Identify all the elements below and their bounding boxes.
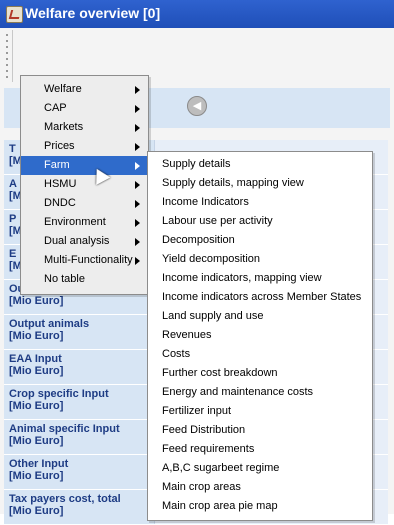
submenu-item[interactable]: Further cost breakdown <box>148 364 372 383</box>
submenu-item-label: Income indicators across Member States <box>162 291 362 303</box>
submenu-item-label: Decomposition <box>162 234 235 246</box>
row-label: Tax payers cost, total [Mio Euro] <box>9 493 121 517</box>
submenu-arrow-icon <box>135 105 140 113</box>
submenu-item[interactable]: Feed requirements <box>148 440 372 459</box>
submenu-item-label: Income Indicators <box>162 196 249 208</box>
submenu-item-label: Main crop areas <box>162 481 241 493</box>
submenu-arrow-icon <box>135 219 140 227</box>
menu-item-dndc[interactable]: DNDC <box>21 194 148 213</box>
menu-item-dual-analysis[interactable]: Dual analysis <box>21 232 148 251</box>
menu-item-label: Farm <box>44 159 70 171</box>
submenu-item[interactable]: Supply details <box>148 155 372 174</box>
main-panel: ◀ T [M A [M P [M E [Mio Euro] Output cro… <box>0 28 394 525</box>
submenu-arrow-icon <box>135 238 140 246</box>
submenu-item[interactable]: Land supply and use <box>148 307 372 326</box>
menu-item-farm[interactable]: Farm <box>21 156 148 175</box>
menu-item-label: Markets <box>44 121 84 133</box>
submenu-item[interactable]: Decomposition <box>148 231 372 250</box>
submenu-item-label: A,B,C sugarbeet regime <box>162 462 280 474</box>
row-label: Output animals [Mio Euro] <box>9 318 90 342</box>
menu-item-label: Welfare <box>44 83 82 95</box>
submenu-item[interactable]: Costs <box>148 345 372 364</box>
submenu-item[interactable]: A,B,C sugarbeet regime <box>148 459 372 478</box>
app-icon <box>6 6 23 23</box>
submenu-item[interactable]: Main crop area pie map <box>148 497 372 516</box>
submenu-arrow-icon <box>135 86 140 94</box>
submenu-item-label: Income indicators, mapping view <box>162 272 322 284</box>
menu-item-environment[interactable]: Environment <box>21 213 148 232</box>
submenu-farm: Supply details Supply details, mapping v… <box>147 151 373 521</box>
menu-item-multi-functionality[interactable]: Multi-Functionality <box>21 251 148 270</box>
submenu-arrow-icon <box>135 143 140 151</box>
menu-item-hsmu[interactable]: HSMU <box>21 175 148 194</box>
row-label: EAA Input [Mio Euro] <box>9 353 64 377</box>
submenu-item[interactable]: Revenues <box>148 326 372 345</box>
submenu-item-label: Revenues <box>162 329 212 341</box>
menu-item-prices[interactable]: Prices <box>21 137 148 156</box>
menu-item-label: Environment <box>44 216 106 228</box>
submenu-item[interactable]: Income indicators, mapping view <box>148 269 372 288</box>
submenu-arrow-icon <box>135 124 140 132</box>
menu-item-label: Multi-Functionality <box>44 254 133 266</box>
submenu-item[interactable]: Fertilizer input <box>148 402 372 421</box>
submenu-item-label: Further cost breakdown <box>162 367 278 379</box>
menu-item-cap[interactable]: CAP <box>21 99 148 118</box>
menu-item-label: HSMU <box>44 178 77 190</box>
submenu-arrow-icon <box>135 181 140 189</box>
menu-item-markets[interactable]: Markets <box>21 118 148 137</box>
row-label: Crop specific Input [Mio Euro] <box>9 388 109 412</box>
submenu-item[interactable]: Labour use per activity <box>148 212 372 231</box>
submenu-item-label: Main crop area pie map <box>162 500 278 512</box>
menu-item-label: Dual analysis <box>44 235 110 247</box>
submenu-item-label: Feed requirements <box>162 443 255 455</box>
submenu-arrow-icon <box>135 257 140 265</box>
menu-item-label: No table <box>44 273 85 285</box>
row-label: Other Input [Mio Euro] <box>9 458 69 482</box>
submenu-item[interactable]: Main crop areas <box>148 478 372 497</box>
toolbar-grip[interactable] <box>2 30 13 82</box>
menu-item-welfare[interactable]: Welfare <box>21 80 148 99</box>
submenu-item[interactable]: Income indicators across Member States <box>148 288 372 307</box>
submenu-item[interactable]: Energy and maintenance costs <box>148 383 372 402</box>
menu-item-no-table[interactable]: No table <box>21 270 148 289</box>
menu-item-label: CAP <box>44 102 67 114</box>
submenu-item-label: Land supply and use <box>162 310 264 322</box>
submenu-item[interactable]: Income Indicators <box>148 193 372 212</box>
row-label: Animal specific Input [Mio Euro] <box>9 423 120 447</box>
submenu-item-label: Labour use per activity <box>162 215 273 227</box>
submenu-item-label: Supply details <box>162 158 231 170</box>
menu-item-label: DNDC <box>44 197 76 209</box>
context-menu: Welfare CAP Markets Prices Farm HSMU DND… <box>20 75 149 295</box>
submenu-item[interactable]: Yield decomposition <box>148 250 372 269</box>
window-title: Welfare overview [0] <box>25 5 161 21</box>
submenu-item-label: Feed Distribution <box>162 424 246 436</box>
submenu-item-label: Costs <box>162 348 191 360</box>
submenu-item-label: Energy and maintenance costs <box>162 386 314 398</box>
submenu-arrow-icon <box>135 162 140 170</box>
submenu-item-label: Yield decomposition <box>162 253 261 265</box>
submenu-arrow-icon <box>135 200 140 208</box>
menu-item-label: Prices <box>44 140 75 152</box>
submenu-item-label: Fertilizer input <box>162 405 232 417</box>
submenu-item-label: Supply details, mapping view <box>162 177 304 189</box>
scroll-arrow-icon[interactable]: ◀ <box>187 96 207 116</box>
submenu-item[interactable]: Supply details, mapping view <box>148 174 372 193</box>
submenu-item[interactable]: Feed Distribution <box>148 421 372 440</box>
window-titlebar[interactable]: Welfare overview [0] <box>0 0 394 29</box>
